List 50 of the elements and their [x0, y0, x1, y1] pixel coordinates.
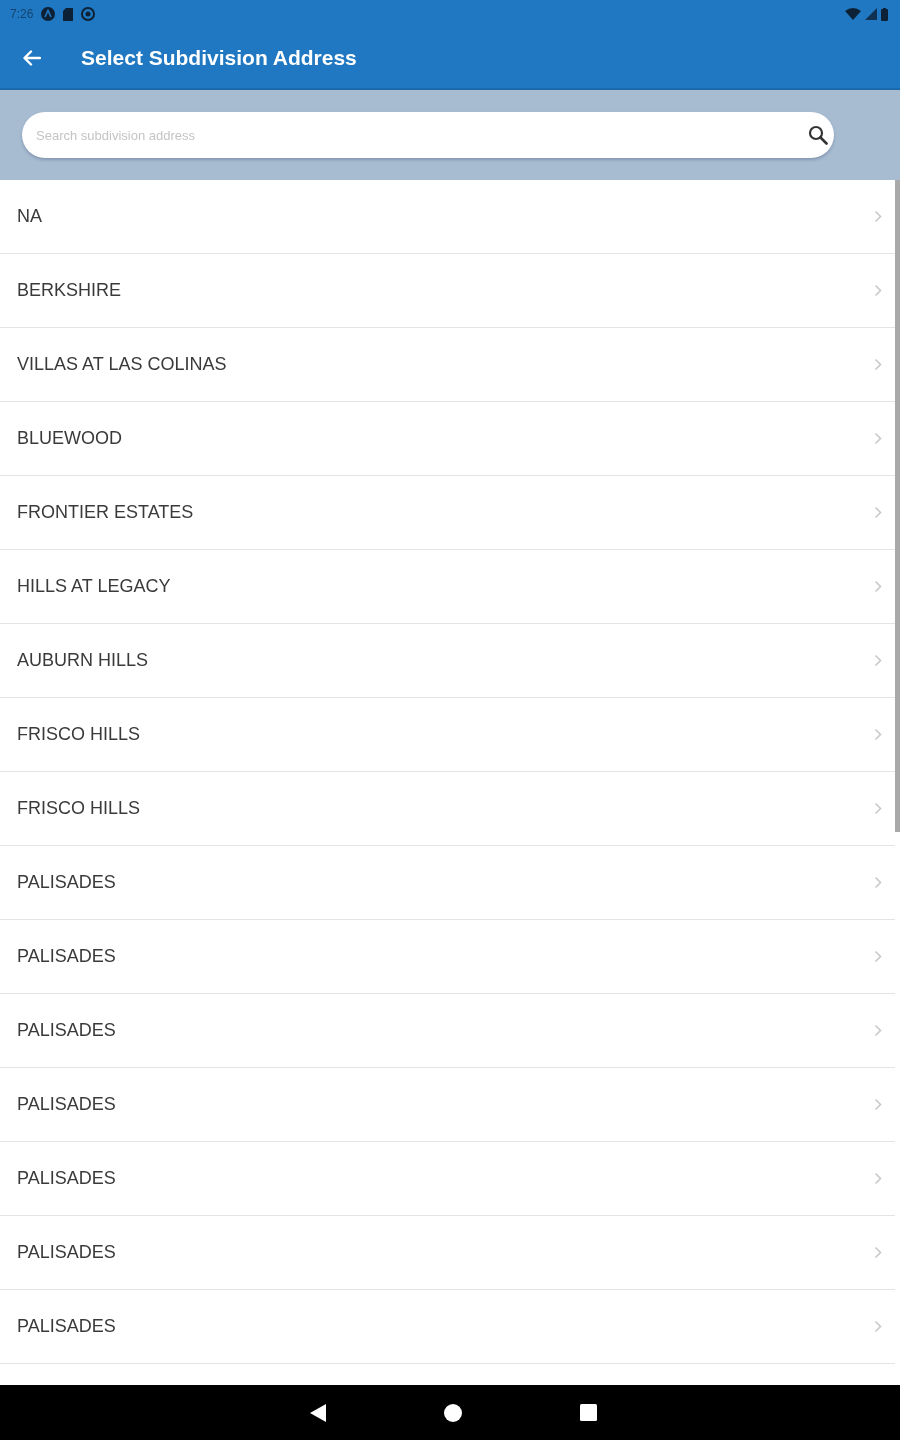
screen-title: Select Subdivision Address	[81, 46, 357, 70]
circle-home-icon	[443, 1403, 462, 1422]
back-arrow-icon	[23, 50, 41, 66]
subdivision-list-item[interactable]: PALISADES	[0, 1068, 895, 1142]
chevron-right-icon	[874, 358, 882, 371]
subdivision-list-item[interactable]: PALISADES	[0, 994, 895, 1068]
status-time: 7:26	[10, 7, 34, 21]
chevron-right-icon	[874, 1320, 882, 1333]
search-field[interactable]: Search subdivision address	[22, 112, 834, 158]
chevron-right-icon	[874, 284, 882, 297]
subdivision-list-item[interactable]: FRISCO HILLS	[0, 698, 895, 772]
chevron-right-icon	[874, 1098, 882, 1111]
back-nav-button[interactable]	[309, 1403, 326, 1422]
wifi-icon	[845, 8, 861, 20]
back-button[interactable]	[23, 50, 41, 66]
chevron-right-icon	[874, 506, 882, 519]
search-icon	[808, 125, 828, 145]
chevron-right-icon	[874, 802, 882, 815]
recents-nav-button[interactable]	[579, 1404, 597, 1421]
battery-icon	[881, 7, 888, 21]
subdivision-list-item[interactable]: FRISCO HILLS	[0, 772, 895, 846]
chevron-right-icon	[874, 432, 882, 445]
chevron-right-icon	[874, 654, 882, 667]
chevron-right-icon	[874, 580, 882, 593]
chevron-right-icon	[874, 1024, 882, 1037]
subdivision-list-item[interactable]: VILLAS AT LAS COLINAS	[0, 328, 895, 402]
subdivision-list-item[interactable]: BLUEWOOD	[0, 402, 895, 476]
subdivision-list-item[interactable]: FRONTIER ESTATES	[0, 476, 895, 550]
chevron-right-icon	[874, 876, 882, 889]
chevron-right-icon	[874, 1172, 882, 1185]
subdivision-list-item[interactable]: PALISADES	[0, 1142, 895, 1216]
sd-card-icon	[63, 7, 74, 21]
subdivision-list-item[interactable]: AUBURN HILLS	[0, 624, 895, 698]
notification-circle-icon	[41, 7, 56, 21]
chevron-right-icon	[874, 950, 882, 963]
subdivision-list-item[interactable]: NA	[0, 180, 895, 254]
subdivision-list-item[interactable]: PALISADES	[0, 846, 895, 920]
subdivision-list-item[interactable]: HILLS AT LEGACY	[0, 550, 895, 624]
subdivision-list-item[interactable]: PALISADES	[0, 1216, 895, 1290]
subdivision-list-item[interactable]: PALISADES	[0, 1290, 895, 1364]
chevron-right-icon	[874, 210, 882, 223]
signal-icon	[865, 8, 877, 20]
subdivision-list-item[interactable]: PALISADES	[0, 920, 895, 994]
home-nav-button[interactable]	[443, 1403, 462, 1422]
triangle-back-icon	[309, 1403, 326, 1422]
chevron-right-icon	[874, 728, 882, 741]
square-recents-icon	[579, 1404, 597, 1421]
chevron-right-icon	[874, 1246, 882, 1259]
subdivision-list-item[interactable]: BERKSHIRE	[0, 254, 895, 328]
notification-circle-icon	[81, 7, 96, 21]
